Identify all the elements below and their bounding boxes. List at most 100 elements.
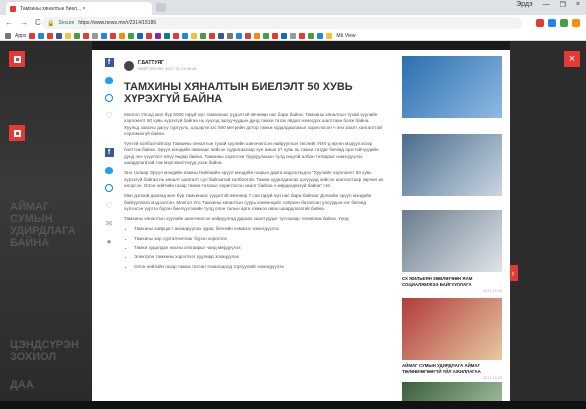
- related-image[interactable]: [402, 298, 502, 360]
- heart-icon[interactable]: ♡: [105, 112, 112, 120]
- bookmark-icon[interactable]: [200, 32, 207, 39]
- bookmark-icon[interactable]: [110, 32, 117, 39]
- article-body: Монгол Улсад жил бүр 5000 гаруй хүн тамх…: [124, 112, 386, 273]
- list-item: Тамхины зар сурталчилгааг бүрэн хориглох: [134, 236, 386, 242]
- bookmark-icon[interactable]: [119, 32, 126, 39]
- bookmark-icon[interactable]: [128, 32, 135, 39]
- new-tab-button[interactable]: [156, 3, 166, 12]
- comment-icon[interactable]: ✉: [106, 220, 113, 228]
- article-title: ТАМХИНЫ ХЯНАЛТЫН БИЕЛЭЛТ 50 ХУВЬ ХҮРЭХГҮ…: [124, 81, 353, 105]
- window-controls: Эрдэ — ❐ ×: [516, 1, 580, 9]
- bookmark-icon[interactable]: [299, 32, 306, 39]
- extension-icon[interactable]: [572, 19, 580, 27]
- list-item: Олон нийтийн газар тамхи татсан тохиолдо…: [134, 264, 386, 270]
- bookmark-icon[interactable]: [254, 32, 261, 39]
- browser-tab[interactable]: Тамхины хяналтын биел... ×: [6, 2, 152, 15]
- bookmark-icon[interactable]: [326, 32, 333, 39]
- url-text: https://www.news.mn/r/2314/15186: [78, 20, 157, 26]
- bookmark-icon[interactable]: [281, 32, 288, 39]
- bookmark-icon[interactable]: [173, 32, 180, 39]
- background-left: АЙМАГ СУМЫН УДИРДЛАГА БАЙНА ЦЭНДСҮРЭН ЗО…: [0, 41, 92, 409]
- bookmark-icon[interactable]: [155, 32, 162, 39]
- messenger-icon[interactable]: [105, 94, 113, 102]
- bookmark-icon[interactable]: [146, 32, 153, 39]
- menu-icon[interactable]: [9, 51, 25, 67]
- share-count-icon[interactable]: ●: [107, 238, 112, 246]
- messenger-icon[interactable]: [105, 184, 113, 192]
- site-favicon: [10, 5, 16, 12]
- related-image[interactable]: [402, 56, 502, 118]
- bookmark-icon[interactable]: [101, 32, 108, 39]
- menu-icon[interactable]: [9, 125, 25, 141]
- reload-button[interactable]: C: [35, 18, 41, 27]
- bookmark-icon[interactable]: [137, 32, 144, 39]
- close-icon[interactable]: ×: [564, 51, 580, 67]
- related-image[interactable]: [402, 134, 502, 196]
- bookmark-icon[interactable]: [38, 32, 45, 39]
- bg-headline: ДАА: [10, 379, 34, 391]
- browser-toolbar: ← → C 🔒 Secure https://www.news.mn/r/231…: [0, 15, 586, 31]
- related-caption[interactable]: СХ ЖИЛЬЕЯН ЗӨВЛӨГӨӨН ЯАМ СОЦИАЛЖИЖЭЭ БАЙ…: [402, 276, 504, 287]
- extension-icon[interactable]: [560, 19, 568, 27]
- facebook-icon[interactable]: f: [104, 148, 114, 157]
- apps-icon[interactable]: [5, 32, 11, 39]
- bookmark-icon[interactable]: [92, 32, 99, 39]
- window-user: Эрдэ: [516, 1, 533, 8]
- lock-icon: 🔒: [47, 20, 55, 27]
- bookmark-icon[interactable]: [308, 32, 315, 39]
- article-paragraph: Монгол Улсад жил бүр 5000 гаруй хүн тамх…: [124, 112, 382, 136]
- twitter-icon[interactable]: [105, 167, 113, 174]
- list-item: Тамхи худалдах насны хязгаарыг чанд мөрд…: [134, 245, 386, 251]
- bookmark-icon[interactable]: [272, 32, 279, 39]
- forward-button[interactable]: →: [20, 18, 28, 27]
- taskbar: [0, 401, 586, 409]
- bookmarks-bar: Apps Mb View: [0, 31, 586, 41]
- bookmark-icon[interactable]: [164, 32, 171, 39]
- related-image[interactable]: [402, 382, 502, 402]
- related-date: 2017.10.23: [482, 376, 502, 380]
- related-caption[interactable]: АЙМАГ СУМЫН УДИРДЛАГА АЙМАГ ТӨЛӨВЛӨГӨӨГҮ…: [402, 363, 504, 374]
- bullet-list: Тамхины хайрцагт анхааруулах зураг, бичг…: [124, 226, 386, 269]
- article-paragraph: Мөн дэлхий дахинд жил бүр тамхинаас үүдэ…: [124, 193, 372, 211]
- article-paragraph: Үүнтэй холбоотойгоор Тамхины хяналтын ту…: [124, 141, 379, 166]
- related-image[interactable]: [402, 210, 502, 272]
- twitter-icon[interactable]: [105, 77, 113, 84]
- facebook-icon[interactable]: f: [104, 58, 114, 67]
- list-item: Электрон тамхины хэрэглээг хуулиар зохиц…: [134, 254, 386, 260]
- bookmark-icon[interactable]: [263, 32, 270, 39]
- address-bar[interactable]: 🔒 Secure https://www.news.mn/r/2314/1518…: [42, 17, 522, 29]
- bookmark-icon[interactable]: [227, 32, 234, 39]
- bookmark-icon[interactable]: [83, 32, 90, 39]
- bookmark-icon[interactable]: [218, 32, 225, 39]
- apps-label[interactable]: Apps: [15, 33, 26, 39]
- bookmark-label[interactable]: Mb View: [336, 33, 355, 39]
- list-item: Тамхины хайрцагт анхааруулах зураг, бичг…: [134, 226, 386, 232]
- bookmark-icon[interactable]: [191, 32, 198, 39]
- maximize-button[interactable]: ❐: [560, 1, 566, 9]
- bookmark-icon[interactable]: [236, 32, 243, 39]
- tab-strip: Тамхины хяналтын биел... × Эрдэ — ❐ ×: [0, 0, 586, 15]
- bookmark-icon[interactable]: [74, 32, 81, 39]
- extension-icon[interactable]: [548, 19, 556, 27]
- minimize-button[interactable]: —: [543, 1, 550, 9]
- background-right: [510, 41, 586, 409]
- heart-icon[interactable]: ♡: [105, 202, 112, 210]
- bookmark-icon[interactable]: [29, 32, 36, 39]
- security-label: Secure: [58, 20, 75, 26]
- bookmark-icon[interactable]: [209, 32, 216, 39]
- bg-headline: ЦЭНДСҮРЭН ЗОХИОЛ: [10, 339, 79, 363]
- back-button[interactable]: ←: [5, 18, 13, 27]
- bookmark-icon[interactable]: [47, 32, 54, 39]
- nav-buttons: ← → C: [5, 18, 41, 27]
- extension-icon[interactable]: [536, 19, 544, 27]
- bookmark-icon[interactable]: [290, 32, 297, 39]
- close-window-button[interactable]: ×: [576, 1, 580, 9]
- related-date: 2017.10.23: [482, 289, 502, 293]
- bookmark-icon[interactable]: [56, 32, 63, 39]
- bookmark-icon[interactable]: [317, 32, 324, 39]
- bg-headline: АЙМАГ СУМЫН УДИРДЛАГА БАЙНА: [10, 201, 76, 249]
- bookmark-icon[interactable]: [245, 32, 252, 39]
- bookmark-icon[interactable]: [65, 32, 72, 39]
- list-intro: Тамхины хяналтын хуулийн шинэчилсэн найр…: [124, 216, 350, 222]
- bookmark-icon[interactable]: [182, 32, 189, 39]
